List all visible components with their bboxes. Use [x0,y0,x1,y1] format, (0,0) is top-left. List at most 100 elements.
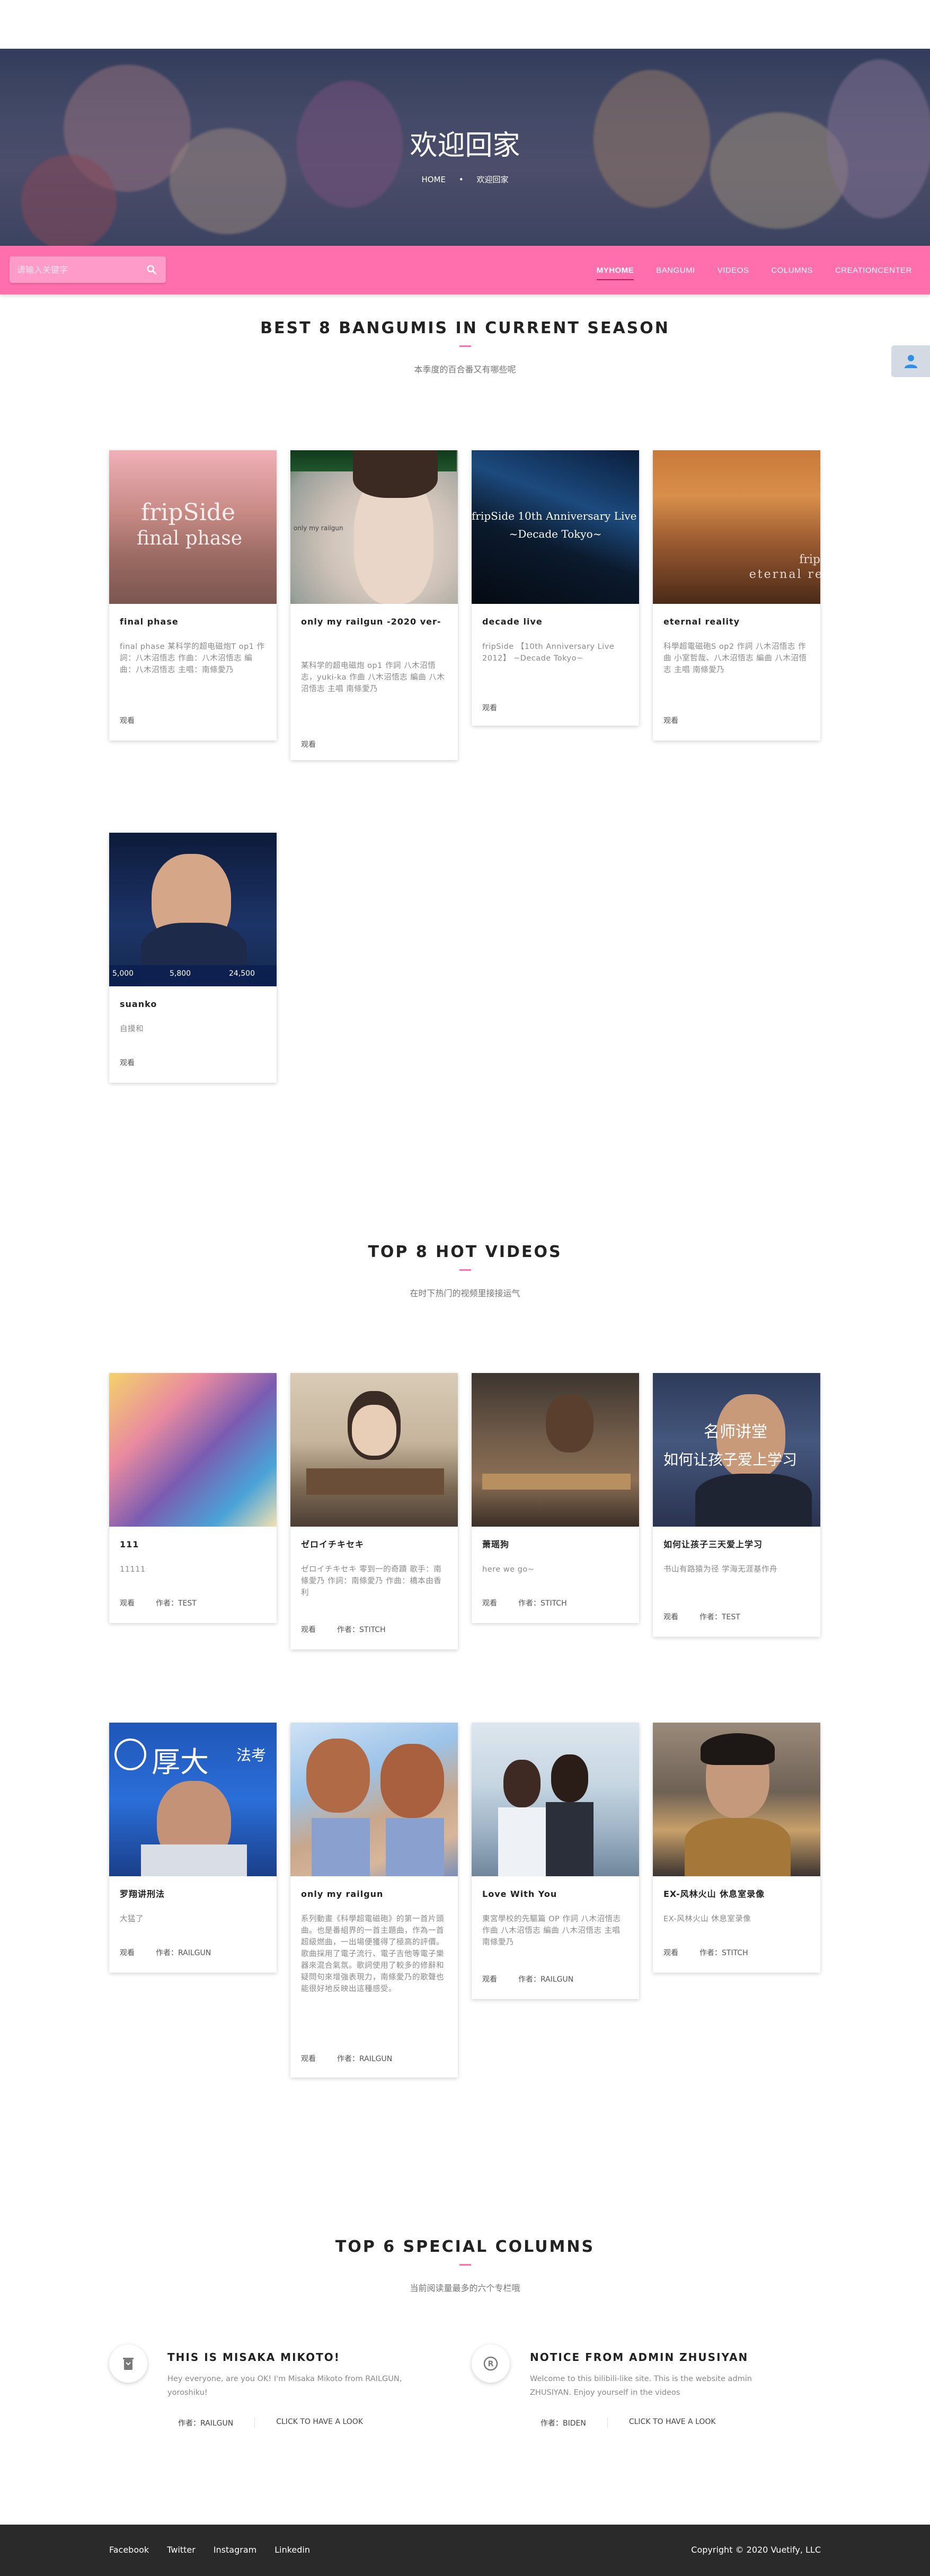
watch-button[interactable]: 观看 [120,1598,135,1608]
bangumi-card-title: eternal reality [663,617,740,627]
video-card-title: 111 [120,1539,139,1549]
video-card-footer: 观看 作者：TEST [120,1598,197,1608]
video-card-title: only my railgun [301,1889,384,1899]
copyright: Copyright © 2020 Vuetify, LLC [691,2545,821,2555]
video-card-footer: 观看 作者：RAILGUN [482,1974,573,1984]
hero-banner: 欢迎回家 HOME • 欢迎回家 [0,49,930,246]
nav-bangumi[interactable]: BANGUMI [656,266,695,275]
video-thumbnail[interactable] [472,1723,639,1876]
video-thumbnail[interactable] [472,1373,639,1527]
footer-link-instagram[interactable]: Instagram [214,2545,256,2555]
bangumi-card: fripSide 10th Anniversary Live 2012 ~Dec… [472,450,639,726]
breadcrumb-home[interactable]: HOME [422,175,446,184]
video-card-footer: 观看 作者：RAILGUN [301,2053,392,2064]
bangumi-card-desc: fripSide 【10th Anniversary Live 2012】 ~D… [482,643,615,663]
footer-links: Facebook Twitter Instagram Linkedin [109,2545,328,2555]
nav-myhome[interactable]: MYHOME [596,266,634,280]
bangumi-thumbnail[interactable]: fripSide final phase [109,450,277,604]
bangumi-card-title: final phase [120,617,179,627]
search-icon[interactable] [146,264,157,275]
watch-button[interactable]: 观看 [663,1947,678,1958]
video-thumbnail[interactable] [290,1373,458,1527]
video-thumbnail[interactable] [109,1373,277,1527]
author-label: 作者：TEST [156,1599,197,1608]
video-card-desc: EX-风林火山 休息室录像 [663,1915,751,1923]
bangumi-thumbnail[interactable]: frip eternal re [653,450,820,604]
bangumi-card-desc: final phase 某科学的超电磁炮T op1 作詞：八木沼悟志 作曲：八木… [120,643,265,674]
column-icon [109,2345,147,2383]
column-title[interactable]: THIS IS MISAKA MIKOTO! [167,2351,340,2364]
bangumi-card: fripSide final phase final phase final p… [109,450,277,741]
watch-button[interactable]: 观看 [301,1624,316,1635]
column-footer: 作者：BIDEN CLICK TO HAVE A LOOK [541,2418,716,2428]
video-thumbnail[interactable]: 名师讲堂 如何让孩子爱上学习 [653,1373,820,1527]
bangumi-card-title: only my railgun -2020 ver- [301,617,441,627]
top-strip [0,0,930,49]
column-title[interactable]: NOTICE FROM ADMIN ZHUSIYAN [530,2351,748,2364]
column-read-link[interactable]: CLICK TO HAVE A LOOK [276,2418,363,2428]
footer-link-twitter[interactable]: Twitter [167,2545,196,2555]
hero-title: 欢迎回家 [410,130,520,162]
video-card-desc: here we go~ [482,1565,535,1574]
bangumi-card: only my railgun only my railgun -2020 ve… [290,450,458,760]
thumb-caption: 如何让孩子爱上学习 [663,1451,798,1468]
watch-button[interactable]: 观看 [482,1598,497,1608]
watch-button[interactable]: 观看 [301,739,316,750]
bangumi-card-title: decade live [482,617,543,627]
score-label: 24,500 [229,969,255,978]
video-card-footer: 观看 作者：STITCH [663,1947,748,1958]
bangumi-thumbnail[interactable]: fripSide 10th Anniversary Live 2012 ~Dec… [472,450,639,604]
watch-button[interactable]: 观看 [301,2053,316,2064]
video-card-title: 萧瑶狗 [482,1539,510,1549]
score-label: 5,000 [112,969,134,978]
watch-button[interactable]: 观看 [120,1947,135,1958]
search-input[interactable] [17,263,139,277]
footer-link-linkedin[interactable]: Linkedin [274,2545,310,2555]
search-box [10,256,166,283]
footer-link-facebook[interactable]: Facebook [109,2545,149,2555]
nav-columns[interactable]: COLUMNS [771,266,813,275]
author-label: 作者：TEST [699,1613,740,1621]
video-thumbnail[interactable] [290,1723,458,1876]
watch-button[interactable]: 观看 [120,715,135,726]
video-card: 名师讲堂 如何让孩子爱上学习 如何让孩子三天爱上学习 书山有路猿为径 学海无涯基… [653,1373,820,1637]
breadcrumb: HOME • 欢迎回家 [0,174,930,185]
author-label: 作者：RAILGUN [337,2055,393,2063]
thumb-caption: ~Decade Tokyo~ [509,528,602,540]
author-label: 作者：STITCH [699,1949,748,1957]
section-divider [459,2264,471,2266]
watch-button[interactable]: 观看 [482,1974,497,1984]
nav-creationcenter[interactable]: CREATIONCENTER [835,266,912,275]
video-card-desc: 11111 [120,1565,146,1574]
thumb-caption: fripSide 10th Anniversary Live 2012 [472,510,639,522]
watch-button[interactable]: 观看 [120,1057,135,1068]
author-label: 作者：RAILGUN [156,1949,211,1957]
video-card: ゼロイチキセキ ゼロイチキセキ 零到一的奇蹟 歌手：南條愛乃 作詞：南條愛乃 作… [290,1373,458,1650]
watch-button[interactable]: 观看 [663,1611,678,1622]
video-card-desc: 系列動畫《科學超電磁砲》的第一首片頭曲。也是番組界的一首主題曲，作為一首超級燃曲… [301,1915,444,1993]
bangumi-card-desc: 自摸和 [120,1025,144,1033]
video-card: EX-风林火山 休息室录像 EX-风林火山 休息室录像 观看 作者：STITCH [653,1723,820,1973]
bangumi-thumbnail[interactable]: only my railgun [290,450,458,604]
video-thumbnail[interactable]: 厚大 法考 [109,1723,277,1876]
watch-button[interactable]: 观看 [482,702,497,713]
column-desc: Hey everyone, are you OK! I'm Misaka Mik… [167,2375,402,2397]
thumb-caption: fripSide [141,499,235,526]
watch-button[interactable]: 观看 [663,715,678,726]
bangumi-thumbnail[interactable]: 5,000 5,800 24,500 [109,833,277,986]
footer: Facebook Twitter Instagram Linkedin Copy… [0,2525,930,2576]
thumb-caption: eternal re [749,568,820,581]
author-label: 作者：STITCH [518,1599,567,1608]
thumb-caption: frip [799,553,820,566]
column-read-link[interactable]: CLICK TO HAVE A LOOK [629,2418,716,2428]
nav-videos[interactable]: VIDEOS [718,266,749,275]
video-thumbnail[interactable] [653,1723,820,1876]
svg-text:R: R [488,2360,494,2368]
divider [607,2418,608,2428]
video-card-title: Love With You [482,1889,557,1899]
bangumi-card: frip eternal re eternal reality 科學超電磁砲S … [653,450,820,741]
video-card-title: 罗翔讲刑法 [120,1889,165,1899]
thumb-caption: 名师讲堂 [704,1423,767,1441]
video-card-footer: 观看 作者：STITCH [482,1598,567,1608]
columns-section-subtitle: 当前阅读量最多的六个专栏哦 [410,2283,520,2293]
